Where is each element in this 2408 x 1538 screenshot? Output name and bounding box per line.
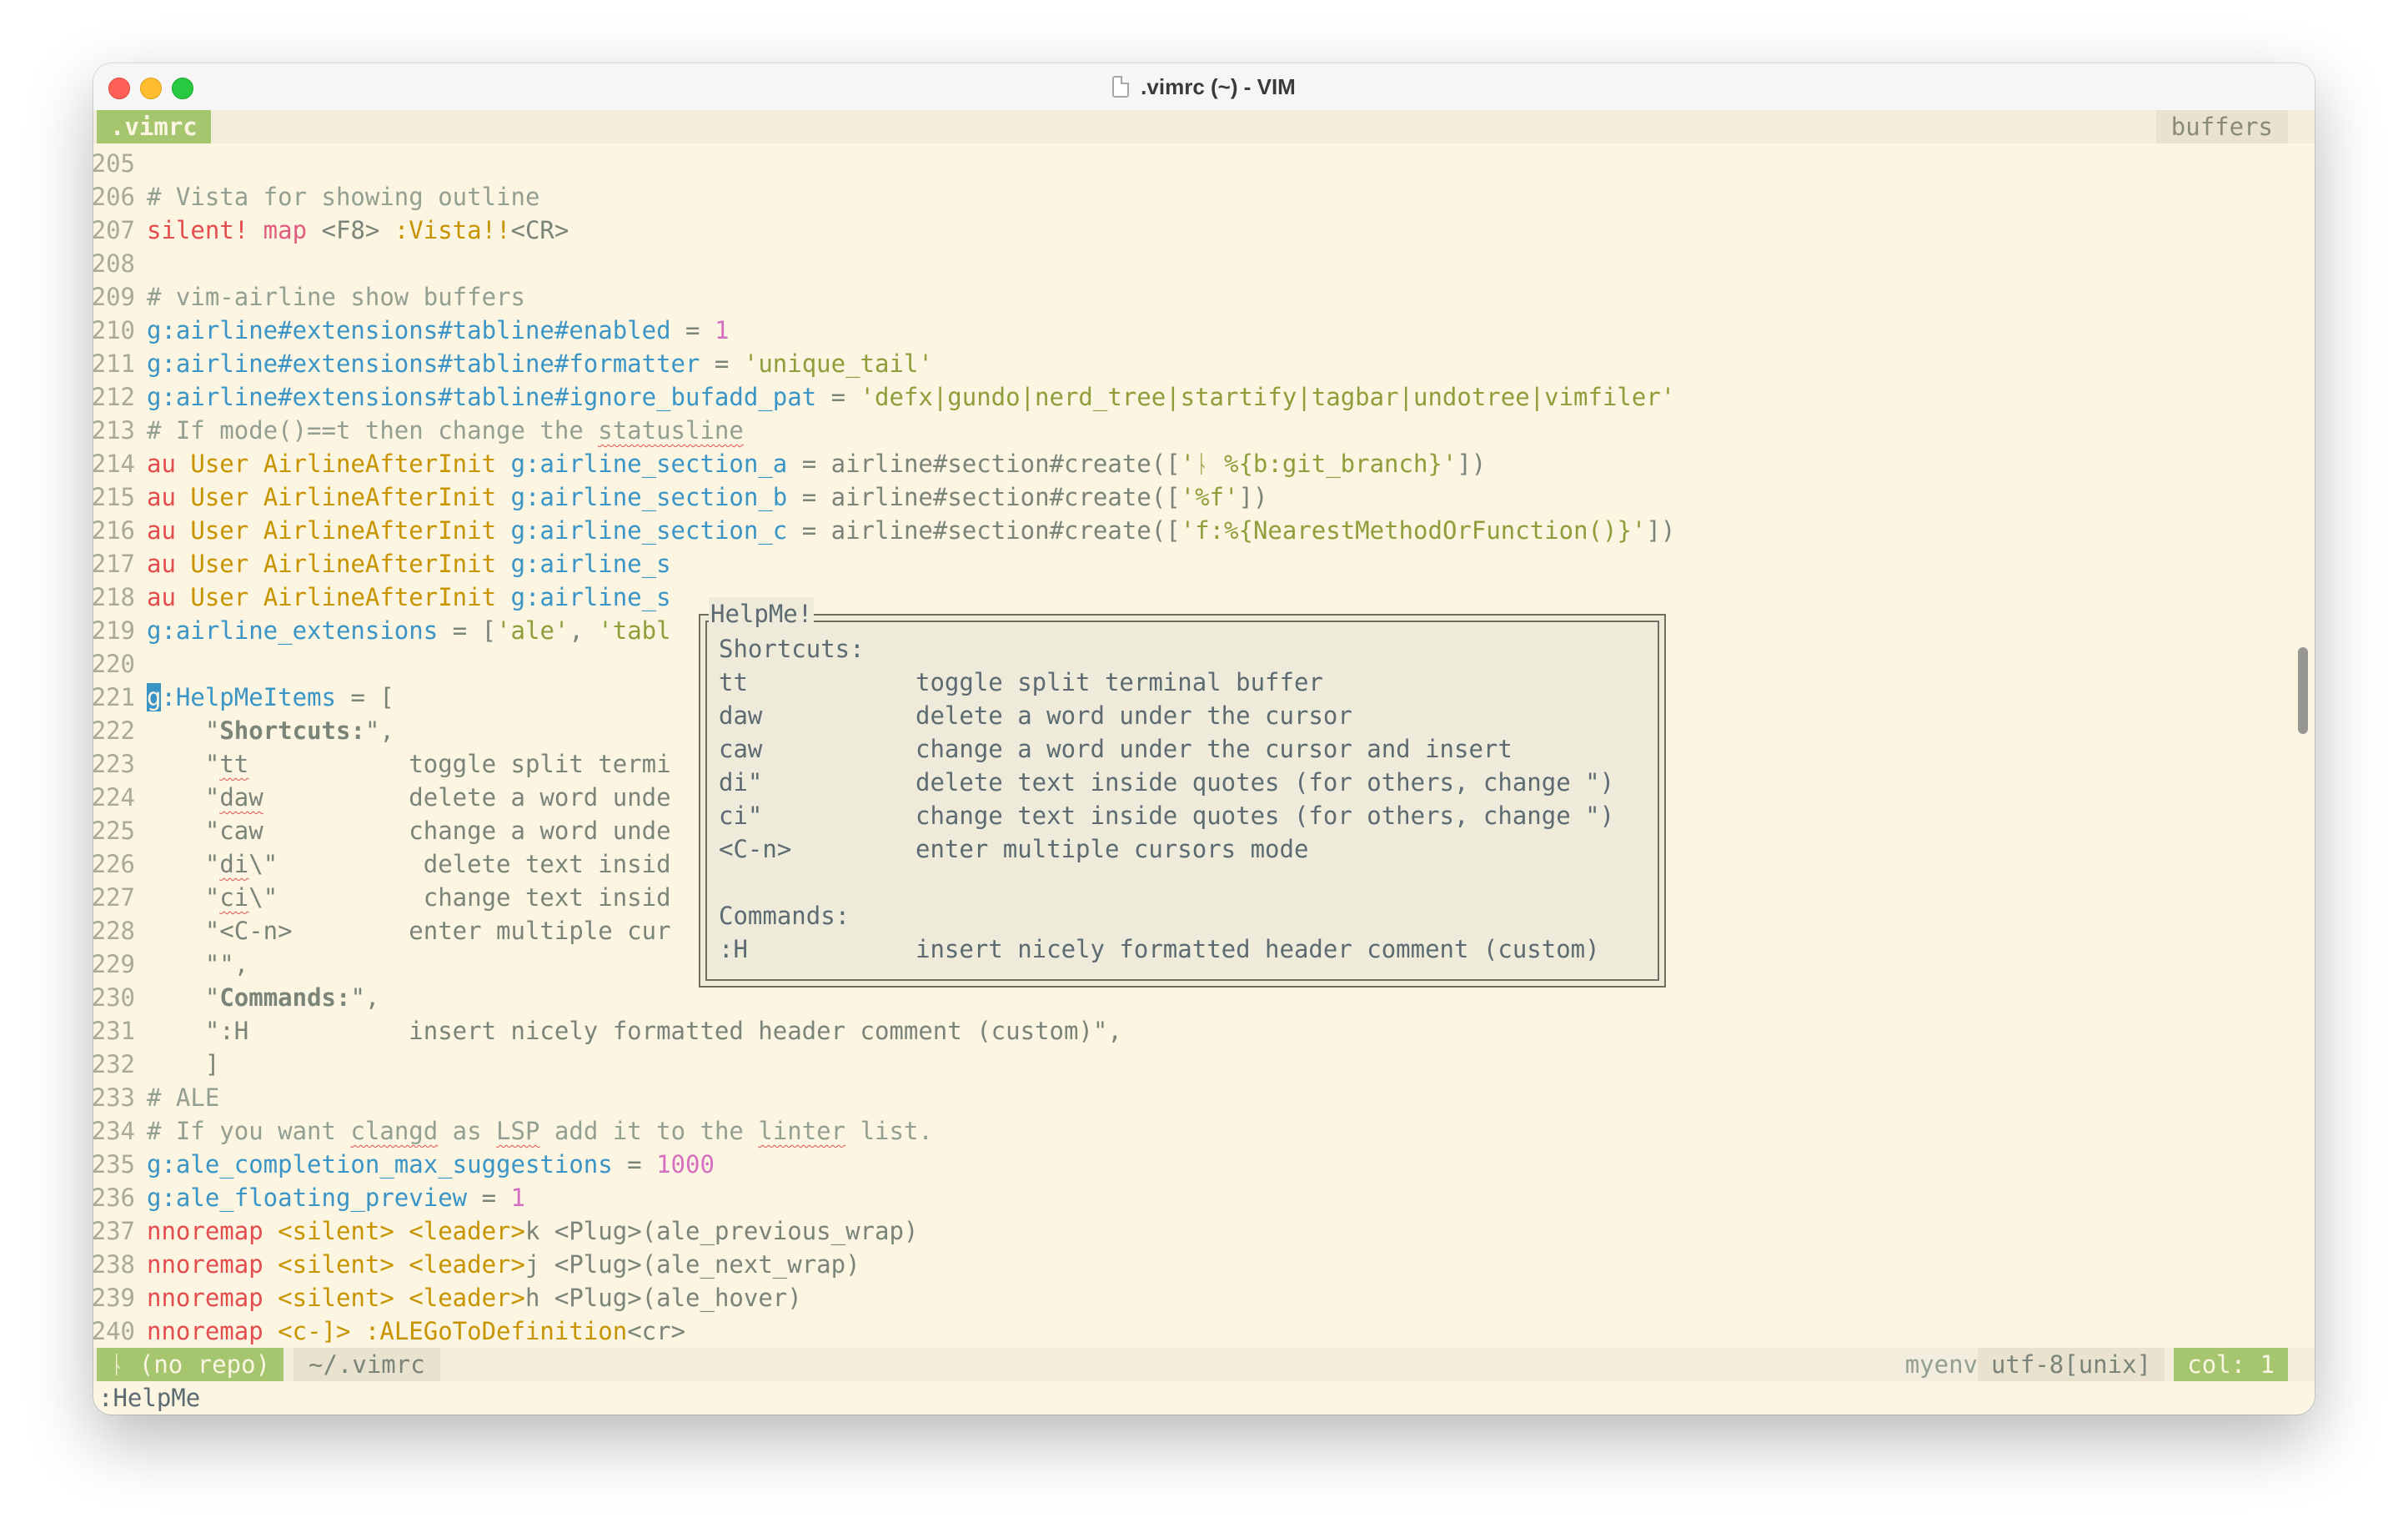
code-line: 219 g:airline_extensions = ['ale', 'tabl (93, 616, 671, 645)
code-line: 208 (93, 249, 135, 278)
code-line: 205 (93, 149, 135, 178)
popup-section-header: Commands: (719, 902, 850, 930)
popup-shortcut-row: di" delete text inside quotes (for others… (719, 768, 1615, 797)
code-line: 237 nnoremap <silent> <leader>k <Plug>(al… (93, 1217, 919, 1245)
maximize-button[interactable] (172, 78, 193, 99)
code-line: 236 g:ale_floating_preview = 1 (93, 1184, 525, 1212)
code-line: 229 "", (93, 950, 249, 978)
vim-window: .vimrc (~) - VIM .vimrc buffers 205 206 #… (93, 63, 2315, 1415)
tabline-buffers-label: buffers (2155, 110, 2288, 143)
code-line: 235 g:ale_completion_max_suggestions = 10… (93, 1150, 715, 1179)
code-line: 231 ":H insert nicely formatted header c… (93, 1017, 1122, 1045)
popup-section-header: Shortcuts: (719, 635, 865, 663)
status-encoding: utf-8[unix] (1977, 1348, 2165, 1381)
code-line: 207 silent! map <F8> :Vista!!<CR> (93, 216, 569, 244)
text-cursor: g (147, 683, 162, 711)
code-line: 230 "Commands:", (93, 983, 380, 1012)
code-line: 211 g:airline#extensions#tabline#formatte… (93, 349, 933, 378)
popup-title: HelpMe! (709, 597, 815, 631)
popup-shortcut-row: tt toggle split terminal buffer (719, 668, 1323, 696)
code-line: 215 au User AirlineAfterInit g:airline_se… (93, 483, 1268, 511)
document-icon (1112, 76, 1130, 98)
tab-vimrc[interactable]: .vimrc (97, 110, 211, 143)
code-line: 233 # ALE (93, 1083, 220, 1112)
minimize-button[interactable] (140, 78, 162, 99)
code-line: 220 (93, 650, 135, 678)
code-line: 206 # Vista for showing outline (93, 183, 540, 211)
popup-shortcut-row: ci" change text inside quotes (for others… (719, 802, 1615, 830)
scrollbar-thumb[interactable] (2298, 647, 2308, 734)
code-line: 238 nnoremap <silent> <leader>j <Plug>(al… (93, 1250, 860, 1279)
window-title-group: .vimrc (~) - VIM (1112, 74, 1296, 100)
code-line: 228 "<C-n> enter multiple cur (93, 917, 671, 945)
code-line: 210 g:airline#extensions#tabline#enabled … (93, 316, 730, 344)
status-file: ~/.vimrc (293, 1348, 440, 1381)
code-line: 216 au User AirlineAfterInit g:airline_se… (93, 516, 1676, 545)
status-env: myenv (1904, 1350, 1978, 1379)
status-column: col: 1 (2174, 1348, 2288, 1381)
code-line: 217 au User AirlineAfterInit g:airline_s (93, 550, 671, 578)
command-line[interactable]: :HelpMe (98, 1381, 200, 1415)
code-line: 240 nnoremap <c-]> :ALEGoToDefinition<cr> (93, 1317, 686, 1345)
code-line: 222 "Shortcuts:", (93, 716, 394, 745)
popup-command-row: :H insert nicely formatted header comment… (719, 935, 1600, 963)
tabline: .vimrc buffers (93, 110, 2315, 143)
code-line: 239 nnoremap <silent> <leader>h <Plug>(al… (93, 1284, 802, 1312)
title-bar: .vimrc (~) - VIM (93, 63, 2315, 111)
code-line: 227 "ci\" change text insid (93, 883, 671, 912)
popup-shortcut-row: <C-n> enter multiple cursors mode (719, 835, 1309, 863)
editor-area[interactable]: 205 206 # Vista for showing outline 207 si… (93, 147, 2315, 1398)
code-line: 226 "di\" delete text insid (93, 850, 671, 878)
popup-shortcut-row: caw change a word under the cursor and in… (719, 735, 1513, 763)
code-line: 212 g:airline#extensions#tabline#ignore_b… (93, 383, 1676, 411)
window-title: .vimrc (~) - VIM (1141, 73, 1296, 99)
helpme-popup: HelpMe! Shortcuts: tt toggle split termin… (699, 597, 1666, 988)
code-line: 224 "daw delete a word unde (93, 783, 671, 812)
code-line: 218 au User AirlineAfterInit g:airline_s (93, 583, 671, 611)
code-line: 209 # vim-airline show buffers (93, 283, 525, 311)
popup-shortcut-row: daw delete a word under the cursor (719, 701, 1352, 730)
code-line: 221 g:HelpMeItems = [ (93, 683, 394, 711)
close-button[interactable] (108, 78, 130, 99)
status-branch: ᚿ (no repo) (97, 1348, 283, 1381)
code-line: 232 ] (93, 1050, 220, 1078)
code-line: 213 # If mode()==t then change the status… (93, 416, 744, 445)
code-line: 225 "caw change a word unde (93, 817, 671, 845)
code-line: 223 "tt toggle split termi (93, 750, 671, 778)
code-line: 234 # If you want clangd as LSP add it to… (93, 1117, 933, 1145)
status-line: ᚿ (no repo) ~/.vimrc myenv utf-8[unix] c… (93, 1348, 2315, 1381)
code-line: 214 au User AirlineAfterInit g:airline_se… (93, 450, 1487, 478)
